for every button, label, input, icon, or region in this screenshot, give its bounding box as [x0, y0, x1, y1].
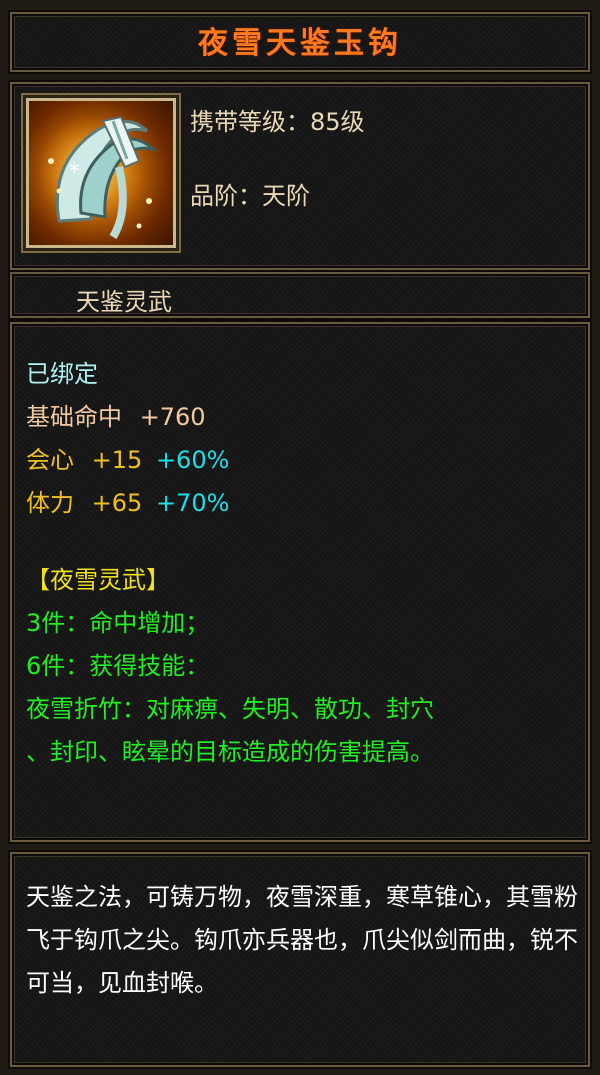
- item-category: 天鉴灵武: [76, 288, 172, 316]
- stat-value: +760: [139, 403, 206, 431]
- set-bonus-3: 3件：命中增加；: [26, 609, 210, 637]
- stat-value: +65: [91, 489, 143, 517]
- title-bar: 夜雪天鉴玉钩: [10, 12, 590, 72]
- set-name: 【夜雪灵武】: [26, 566, 170, 594]
- set-skill-line-1: 夜雪折竹：对麻痹、失明、散功、封穴: [26, 695, 434, 723]
- stat-label: 体力: [26, 489, 74, 517]
- item-grade: 品阶：天阶: [190, 182, 310, 210]
- stat-crit: 会心 +15 +60%: [26, 440, 229, 475]
- set-skill-line-2: 、封印、眩晕的目标造成的伤害提高。: [26, 738, 434, 766]
- stat-value: +15: [91, 446, 143, 474]
- stat-percent: +60%: [155, 446, 230, 474]
- lore-panel: 天鉴之法，可铸万物，夜雪深重，寒草锥心，其雪粉飞于钩爪之尖。钩爪亦兵器也，爪尖似…: [10, 852, 590, 1067]
- svg-text:*: *: [69, 160, 80, 185]
- claw-weapon-icon: *: [26, 98, 176, 248]
- item-tooltip: 夜雪天鉴玉钩 * 携带等级：85级 品阶：天阶 天鉴灵武 已绑定 基础命中 +7…: [0, 0, 600, 1075]
- stats-panel: 已绑定 基础命中 +760 会心 +15 +60% 体力 +65 +70% 【夜…: [10, 322, 590, 842]
- stat-percent: +70%: [155, 489, 230, 517]
- item-info-panel: * 携带等级：85级 品阶：天阶: [10, 82, 590, 270]
- stat-stamina: 体力 +65 +70%: [26, 483, 229, 518]
- carry-level: 携带等级：85级: [190, 108, 365, 136]
- item-name: 夜雪天鉴玉钩: [198, 26, 402, 61]
- stat-base-hit: 基础命中 +760: [26, 397, 206, 432]
- stat-label: 会心: [26, 446, 74, 474]
- item-lore: 天鉴之法，可铸万物，夜雪深重，寒草锥心，其雪粉飞于钩爪之尖。钩爪亦兵器也，爪尖似…: [26, 883, 578, 997]
- bound-status: 已绑定: [26, 360, 98, 388]
- item-category-bar: 天鉴灵武: [10, 272, 590, 318]
- set-bonus-6: 6件：获得技能：: [26, 652, 210, 680]
- stat-label: 基础命中: [26, 403, 122, 431]
